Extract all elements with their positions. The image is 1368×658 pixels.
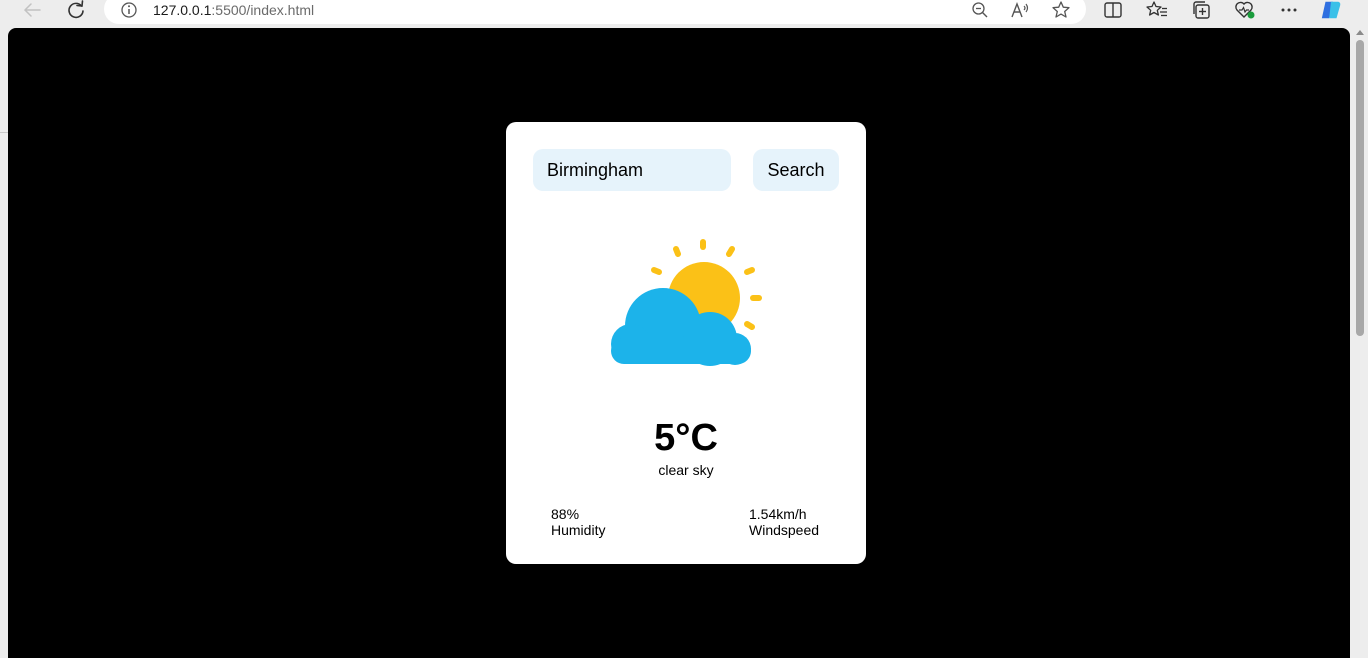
- weather-card: Search 5°C clear sky 88% Humidity 1.54km…: [506, 122, 866, 564]
- favorites-icon[interactable]: [1146, 0, 1168, 21]
- humidity-label: Humidity: [551, 522, 606, 538]
- partly-cloudy-icon: [611, 239, 762, 366]
- more-options-icon[interactable]: [1278, 0, 1300, 21]
- zoom-icon[interactable]: [970, 0, 990, 20]
- read-aloud-icon[interactable]: [1010, 0, 1030, 20]
- favorite-star-icon[interactable]: [1051, 0, 1071, 20]
- collections-icon[interactable]: [1191, 0, 1213, 21]
- scrollbar[interactable]: [1352, 28, 1368, 651]
- url-path: :5500/index.html: [211, 2, 315, 18]
- city-search-input[interactable]: [533, 149, 731, 191]
- sidebar-strip: [0, 28, 8, 651]
- windspeed-value: 1.54km/h: [749, 506, 807, 522]
- reload-button[interactable]: [64, 0, 88, 20]
- windspeed-stat: 1.54km/h Windspeed: [749, 506, 819, 538]
- humidity-stat: 88% Humidity: [551, 506, 605, 538]
- address-bar[interactable]: 127.0.0.1:5500/index.html: [104, 0, 1086, 24]
- split-screen-icon[interactable]: [1102, 0, 1124, 21]
- humidity-value: 88%: [551, 506, 580, 522]
- browser-essentials-icon[interactable]: [1234, 0, 1256, 21]
- url-host: 127.0.0.1: [153, 2, 212, 18]
- temperature: 5°C: [654, 417, 718, 459]
- back-arrow-icon: [23, 3, 41, 17]
- windspeed-label: Windspeed: [749, 522, 820, 538]
- browser-toolbar: 127.0.0.1:5500/index.html: [0, 0, 1368, 28]
- search-button[interactable]: Search: [753, 149, 839, 191]
- site-info-icon[interactable]: [119, 0, 139, 20]
- copilot-icon[interactable]: [1320, 0, 1342, 21]
- reload-icon: [68, 0, 84, 19]
- back-button[interactable]: [20, 0, 44, 20]
- weather-description: clear sky: [658, 462, 714, 478]
- url-text[interactable]: 127.0.0.1:5500/index.html: [153, 2, 314, 18]
- scroll-up-arrow-icon[interactable]: [1356, 30, 1364, 35]
- scroll-thumb[interactable]: [1356, 40, 1364, 336]
